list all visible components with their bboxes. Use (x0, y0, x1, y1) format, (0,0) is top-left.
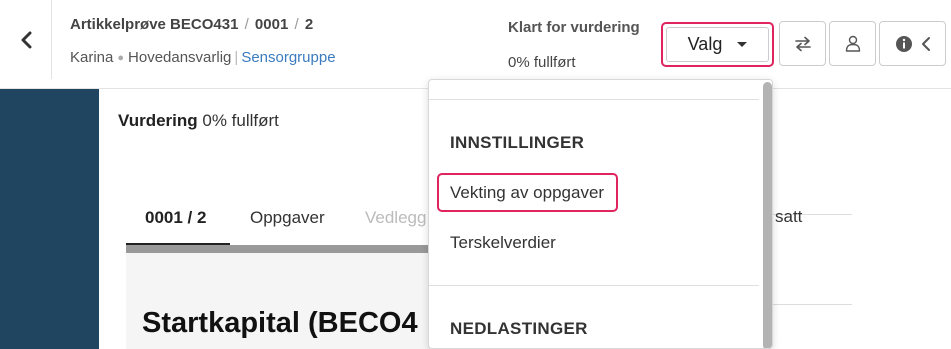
user-name: Karina (70, 49, 114, 66)
status-progress: 0% fullført (508, 54, 576, 71)
tab-candidate[interactable]: 0001 / 2 (125, 208, 231, 248)
valg-label: Valg (687, 34, 723, 54)
pipe-separator: | (234, 49, 239, 66)
page-count: 2 (304, 16, 314, 33)
sensor-group-link[interactable]: Sensorgruppe (241, 49, 335, 66)
exam-title: Artikkelprøve BECO431 (70, 16, 239, 33)
assessment-progress: Vurdering 0% fullført (118, 111, 279, 131)
menu-item-weighting[interactable]: Vekting av oppgaver (450, 183, 604, 203)
chevron-left-icon (21, 31, 31, 48)
user-info: Karina ● Hovedansvarlig | Sensorgruppe (70, 49, 336, 66)
user-icon (845, 35, 860, 52)
valg-dropdown-menu: INNSTILLINGER Vekting av oppgaver Terske… (428, 79, 773, 349)
tab-partial[interactable]: satt (775, 207, 802, 227)
menu-section-settings: INNSTILLINGER (450, 133, 585, 152)
info-panel-button[interactable] (879, 21, 946, 66)
breadcrumb: Artikkelprøve BECO431 / 0001 / 2 (70, 16, 313, 33)
valg-button[interactable]: Valg (666, 27, 769, 62)
menu-divider (429, 285, 759, 286)
tab-vedlegg: Vedlegg (365, 208, 427, 227)
candidate-number: 0001 (254, 16, 289, 33)
assessment-label: Vurdering (118, 111, 198, 130)
menu-scrollbar-thumb[interactable] (763, 82, 772, 348)
back-button[interactable] (0, 0, 52, 79)
menu-item-thresholds[interactable]: Terskelverdier (450, 233, 556, 253)
tab-oppgaver[interactable]: Oppgaver (250, 208, 325, 248)
left-sidebar (0, 89, 99, 349)
breadcrumb-separator: / (294, 16, 299, 33)
user-role: Hovedansvarlig (128, 49, 232, 66)
menu-divider (429, 99, 759, 100)
task-title: Startkapital (BECO4 (142, 307, 418, 339)
user-button[interactable] (829, 21, 876, 66)
breadcrumb-separator: / (244, 16, 249, 33)
assessment-percent: 0% fullført (202, 111, 279, 130)
info-icon (895, 35, 912, 52)
caret-down-icon (737, 42, 748, 47)
status-title: Klart for vurdering (508, 19, 640, 36)
top-header: Artikkelprøve BECO431 / 0001 / 2 Karina ●… (0, 0, 951, 89)
task-content-area: Startkapital (BECO4 (126, 253, 431, 349)
menu-scrollbar[interactable] (761, 80, 772, 348)
dot-separator: ● (117, 52, 125, 64)
swap-button[interactable] (779, 21, 826, 66)
chevron-left-icon (921, 36, 930, 51)
valg-highlight: Valg (661, 22, 774, 67)
menu-section-downloads: NEDLASTINGER (450, 319, 588, 338)
swap-arrows-icon (794, 36, 811, 51)
